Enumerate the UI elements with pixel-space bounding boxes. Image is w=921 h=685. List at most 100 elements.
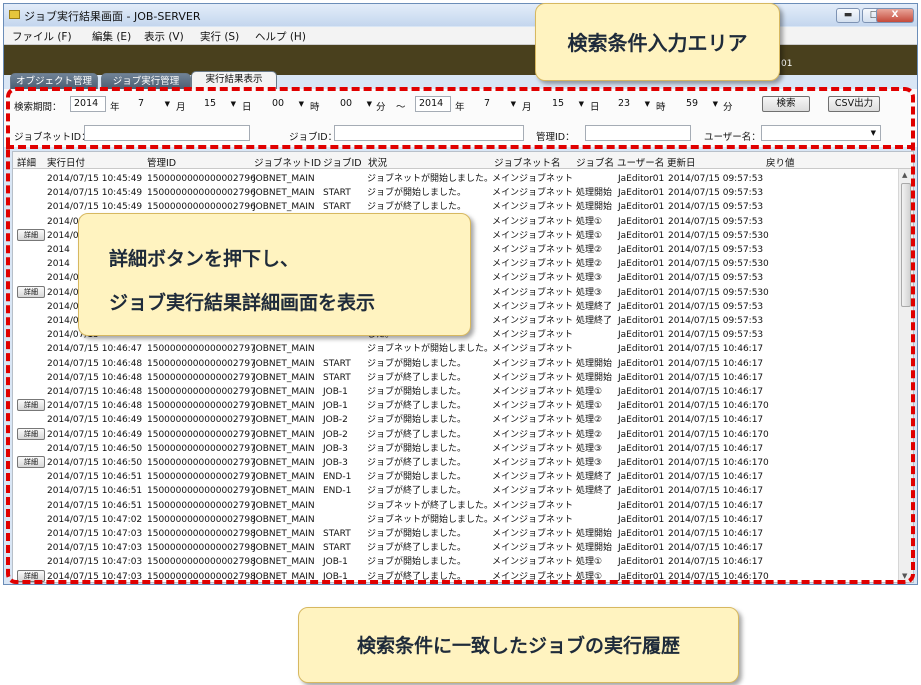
col-status[interactable]: 状況 bbox=[368, 155, 387, 169]
table-row[interactable]: 2014/07/15 10:47:03 1500000000000002798 JO… bbox=[13, 555, 898, 569]
detail-button[interactable]: 詳細 bbox=[17, 285, 45, 298]
col-return-value[interactable]: 戻り値 bbox=[766, 155, 795, 169]
cell-exec-date: 2014/07/15 10:45:49 bbox=[47, 174, 143, 184]
title-bar[interactable]: ジョブ実行結果画面 - JOB-SERVER ▬ □ X bbox=[4, 4, 917, 26]
cell-updated: 2014/07/15 10:46:17 bbox=[668, 415, 764, 426]
cell-status: ジョブが終了しました。 bbox=[367, 429, 467, 440]
close-button[interactable]: X bbox=[876, 8, 914, 23]
period-label: 検索期間： bbox=[14, 102, 62, 113]
col-jobnet-name[interactable]: ジョブネット名 bbox=[494, 155, 561, 169]
cell-manage-id: 1500000000000002798 bbox=[147, 543, 256, 554]
table-row[interactable]: 2014/07/15 10:45:49 1500000000000002796 JO… bbox=[13, 186, 898, 200]
chevron-down-icon: ▼ bbox=[510, 100, 516, 108]
scroll-up-icon[interactable]: ▲ bbox=[902, 171, 907, 179]
to-minute-select[interactable]: 59 ▼ bbox=[686, 96, 720, 112]
table-row[interactable]: 詳細 2014/07/15 10:46:48 1500000000000002797… bbox=[13, 399, 898, 413]
tab-job-execution-management[interactable]: ジョブ実行管理 bbox=[101, 73, 191, 89]
cell-job-name: 処理① bbox=[576, 571, 603, 582]
callout-detail-line2: ジョブ実行結果詳細画面を表示 bbox=[109, 292, 376, 314]
col-jobnet-id[interactable]: ジョブネットID bbox=[254, 155, 321, 169]
callout-history: 検索条件に一致したジョブの実行履歴 bbox=[298, 607, 739, 683]
cell-user-name: JaEditor01 bbox=[618, 188, 665, 199]
search-button[interactable]: 検索 bbox=[762, 96, 810, 112]
table-row[interactable]: 詳細 2014/07/15 10:46:50 1500000000000002797… bbox=[13, 456, 898, 470]
menu-edit[interactable]: 編集 (E) bbox=[92, 29, 131, 44]
table-row[interactable]: 2014/07/15 10:46:48 1500000000000002797 JO… bbox=[13, 357, 898, 371]
menu-view[interactable]: 表示 (V) bbox=[144, 29, 184, 44]
table-row[interactable]: 2014/07/15 10:46:48 1500000000000002797 JO… bbox=[13, 385, 898, 399]
cell-status: ジョブが開始しました。 bbox=[367, 387, 467, 397]
from-minute-select[interactable]: 00 ▼ bbox=[340, 96, 374, 112]
user-name-select[interactable]: ▼ bbox=[761, 125, 881, 141]
vertical-scrollbar[interactable]: ▲ ▼ bbox=[898, 169, 913, 582]
csv-export-button[interactable]: CSV出力 bbox=[828, 96, 880, 112]
scroll-thumb[interactable] bbox=[901, 183, 911, 307]
cell-jobnet-id: JOBNET_MAIN bbox=[253, 458, 315, 468]
to-hour-value: 23 bbox=[618, 98, 631, 109]
table-row[interactable]: 2014/07/15 10:46:50 1500000000000002797 JO… bbox=[13, 442, 898, 456]
tab-execution-results[interactable]: 実行結果表示 bbox=[191, 71, 277, 89]
table-row[interactable]: 2014/07/15 10:47:03 1500000000000002798 JO… bbox=[13, 527, 898, 541]
menu-help[interactable]: ヘルプ (H) bbox=[255, 29, 306, 44]
cell-user-name: JaEditor01 bbox=[618, 443, 665, 454]
col-user-name[interactable]: ユーザー名 bbox=[617, 155, 664, 169]
to-year-input[interactable]: 2014 bbox=[415, 96, 451, 112]
col-updated[interactable]: 更新日 bbox=[667, 155, 696, 169]
tab-object-management[interactable]: オブジェクト管理 bbox=[10, 73, 98, 89]
table-row[interactable]: 詳細 2014/07/15 10:47:03 1500000000000002798… bbox=[13, 569, 898, 582]
cell-job-name: 処理① bbox=[576, 387, 603, 397]
cell-updated: 2014/07/15 10:46:17 bbox=[668, 458, 764, 468]
manage-id-input[interactable] bbox=[585, 125, 691, 141]
cell-manage-id: 1500000000000002797 bbox=[147, 344, 256, 355]
minimize-button[interactable]: ▬ bbox=[836, 8, 860, 23]
to-hour-select[interactable]: 23 ▼ bbox=[618, 96, 652, 112]
from-hour-select[interactable]: 00 ▼ bbox=[272, 96, 306, 112]
col-exec-date[interactable]: 実行日付 bbox=[47, 155, 85, 169]
job-id-input[interactable] bbox=[334, 125, 524, 141]
from-month-select[interactable]: 7 ▼ bbox=[138, 96, 172, 112]
cell-status: ジョブが終了しました。 bbox=[367, 543, 467, 554]
cell-jobnet-name: メインジョブネット bbox=[492, 344, 574, 355]
cell-exec-date: 2014/07/15 10:46:47 bbox=[47, 344, 143, 355]
month-unit: 月 bbox=[176, 102, 186, 113]
cell-exec-date: 2014/07/15 10:46:48 bbox=[47, 358, 143, 369]
detail-button[interactable]: 詳細 bbox=[17, 427, 45, 440]
detail-button[interactable]: 詳細 bbox=[17, 569, 45, 582]
cell-job-name: 処理① bbox=[576, 216, 603, 227]
from-day-select[interactable]: 15 ▼ bbox=[204, 96, 238, 112]
cell-job-id: START bbox=[323, 372, 351, 383]
cell-exec-date: 2014/07/15 10:46:48 bbox=[47, 372, 143, 383]
table-row[interactable]: 2014/07/15 10:47:03 1500000000000002798 JO… bbox=[13, 541, 898, 555]
col-manage-id[interactable]: 管理ID bbox=[147, 155, 176, 169]
table-row[interactable]: 2014/07/15 10:46:47 1500000000000002797 JO… bbox=[13, 342, 898, 356]
col-detail[interactable]: 詳細 bbox=[17, 155, 36, 169]
detail-button[interactable]: 詳細 bbox=[17, 456, 45, 468]
table-row[interactable]: 2014/07/15 10:46:51 1500000000000002797 JO… bbox=[13, 484, 898, 498]
cell-job-name: 処理開始 bbox=[576, 358, 613, 369]
scroll-down-icon[interactable]: ▼ bbox=[902, 572, 907, 580]
table-row[interactable]: 2014/07/15 10:45:49 1500000000000002796 JO… bbox=[13, 172, 898, 186]
table-row[interactable]: 2014/07/15 10:47:02 1500000000000002798 JO… bbox=[13, 513, 898, 527]
detail-button[interactable]: 詳細 bbox=[17, 399, 45, 412]
detail-button[interactable]: 詳細 bbox=[17, 228, 45, 241]
to-month-select[interactable]: 7 ▼ bbox=[484, 96, 518, 112]
from-year-input[interactable]: 2014 bbox=[70, 96, 106, 112]
cell-updated: 2014/07/15 09:57:53 bbox=[668, 259, 764, 270]
to-day-select[interactable]: 15 ▼ bbox=[552, 96, 586, 112]
col-job-name[interactable]: ジョブ名 bbox=[576, 155, 614, 169]
table-row[interactable]: 詳細 2014/07/15 10:46:49 1500000000000002797… bbox=[13, 427, 898, 442]
menu-file[interactable]: ファイル (F) bbox=[12, 29, 72, 44]
cell-status: ジョブが開始しました。 bbox=[367, 443, 467, 454]
table-row[interactable]: 2014/07/15 10:46:49 1500000000000002797 JO… bbox=[13, 413, 898, 427]
col-job-id[interactable]: ジョブID bbox=[323, 155, 362, 169]
cell-user-name: JaEditor01 bbox=[618, 316, 665, 326]
table-row[interactable]: 2014/07/15 10:46:51 1500000000000002797 JO… bbox=[13, 470, 898, 484]
jobnet-id-input[interactable] bbox=[84, 125, 250, 141]
table-header: 詳細 実行日付 管理ID ジョブネットID ジョブID 状況 ジョブネット名 ジ… bbox=[13, 152, 913, 169]
cell-jobnet-id: JOBNET_MAIN bbox=[253, 387, 315, 397]
table-row[interactable]: 2014/07/15 10:46:48 1500000000000002797 JO… bbox=[13, 371, 898, 385]
table-row[interactable]: 2014/07/15 10:46:51 1500000000000002797 JO… bbox=[13, 499, 898, 513]
cell-return-value: 0 bbox=[763, 458, 769, 468]
cell-job-id: JOB-1 bbox=[323, 557, 348, 568]
menu-run[interactable]: 実行 (S) bbox=[200, 29, 239, 44]
